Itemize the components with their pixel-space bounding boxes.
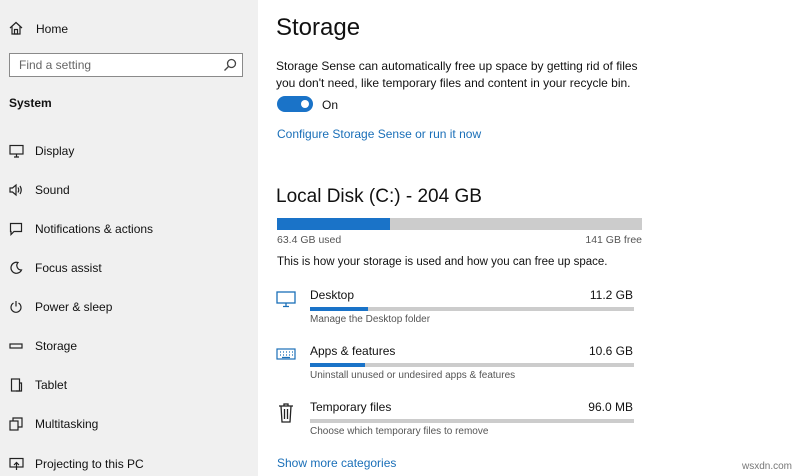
disk-title: Local Disk (C:) - 204 GB	[276, 186, 482, 207]
category-usage-bar	[310, 419, 634, 423]
toggle-knob	[301, 100, 309, 108]
category-size: 96.0 MB	[588, 400, 633, 414]
notifications-icon	[8, 221, 24, 237]
category-usage-bar	[310, 363, 634, 367]
search-box[interactable]	[9, 53, 243, 77]
sidebar-item-storage[interactable]: Storage	[8, 335, 77, 357]
sidebar-item-label: Storage	[35, 339, 78, 353]
usage-info-text: This is how your storage is used and how…	[277, 256, 608, 268]
toggle-state-label: On	[322, 98, 339, 112]
disk-usage-fill	[277, 218, 391, 230]
sidebar-item-label: Multitasking	[35, 417, 99, 431]
sidebar: Home System Display Sound Notifications …	[0, 0, 258, 476]
sidebar-item-power-sleep[interactable]: Power & sleep	[8, 296, 112, 318]
category-description: Manage the Desktop folder	[310, 314, 431, 325]
sidebar-item-label: Sound	[35, 183, 70, 197]
sidebar-item-focus-assist[interactable]: Focus assist	[8, 257, 102, 279]
storage-icon	[8, 338, 24, 354]
sidebar-item-display[interactable]: Display	[8, 140, 74, 162]
sidebar-item-label: Notifications & actions	[35, 222, 154, 236]
sound-icon	[8, 182, 24, 198]
disk-usage-bar	[277, 218, 642, 230]
category-name: Temporary files	[310, 400, 392, 414]
sidebar-item-label: Power & sleep	[35, 300, 113, 314]
category-description: Uninstall unused or undesired apps & fea…	[310, 370, 516, 381]
keyboard-icon	[276, 346, 296, 366]
category-usage-bar	[310, 307, 634, 311]
configure-storage-sense-link[interactable]: Configure Storage Sense or run it now	[277, 127, 481, 141]
sidebar-item-multitasking[interactable]: Multitasking	[8, 413, 98, 435]
sidebar-item-tablet[interactable]: Tablet	[8, 374, 67, 396]
category-name: Apps & features	[310, 344, 396, 358]
category-usage-fill	[310, 307, 369, 311]
category-size: 10.6 GB	[588, 344, 633, 358]
category-name: Desktop	[310, 288, 355, 302]
tablet-icon	[8, 377, 24, 393]
storage-sense-description: Storage Sense can automatically free up …	[276, 59, 638, 90]
sidebar-item-notifications[interactable]: Notifications & actions	[8, 218, 153, 240]
disk-free-text: 141 GB free	[585, 234, 642, 246]
search-icon[interactable]	[223, 58, 237, 72]
power-icon	[8, 299, 24, 315]
sidebar-item-label: Tablet	[35, 378, 68, 392]
trash-icon	[276, 402, 296, 423]
category-description: Choose which temporary files to remove	[310, 426, 489, 437]
main-content: Storage Storage Sense can automatically …	[276, 0, 800, 476]
projecting-icon	[8, 456, 24, 472]
watermark: wsxdn.com	[741, 461, 792, 472]
home-label: Home	[36, 22, 69, 36]
desktop-icon	[276, 290, 296, 310]
display-icon	[8, 143, 24, 159]
multitasking-icon	[8, 416, 24, 432]
sidebar-item-label: Focus assist	[35, 261, 102, 275]
home-icon	[8, 20, 24, 39]
page-title: Storage	[276, 14, 361, 41]
category-apps-features[interactable]: Apps & features 10.6 GB Uninstall unused…	[276, 344, 636, 388]
category-temporary-files[interactable]: Temporary files 96.0 MB Choose which tem…	[276, 400, 636, 444]
home-nav-item[interactable]: Home	[8, 19, 68, 39]
sidebar-item-sound[interactable]: Sound	[8, 179, 70, 201]
section-title: System	[9, 96, 52, 110]
sidebar-item-projecting[interactable]: Projecting to this PC	[8, 453, 144, 475]
category-desktop[interactable]: Desktop 11.2 GB Manage the Desktop folde…	[276, 288, 636, 332]
focus-assist-icon	[8, 260, 24, 276]
search-input[interactable]	[10, 54, 219, 76]
category-size: 11.2 GB	[589, 288, 633, 302]
disk-used-text: 63.4 GB used	[277, 234, 342, 246]
sidebar-item-label: Display	[35, 144, 75, 158]
sidebar-item-label: Projecting to this PC	[35, 457, 144, 471]
show-more-categories-link[interactable]: Show more categories	[277, 456, 396, 470]
category-usage-fill	[310, 363, 366, 367]
storage-sense-toggle[interactable]	[277, 96, 313, 112]
